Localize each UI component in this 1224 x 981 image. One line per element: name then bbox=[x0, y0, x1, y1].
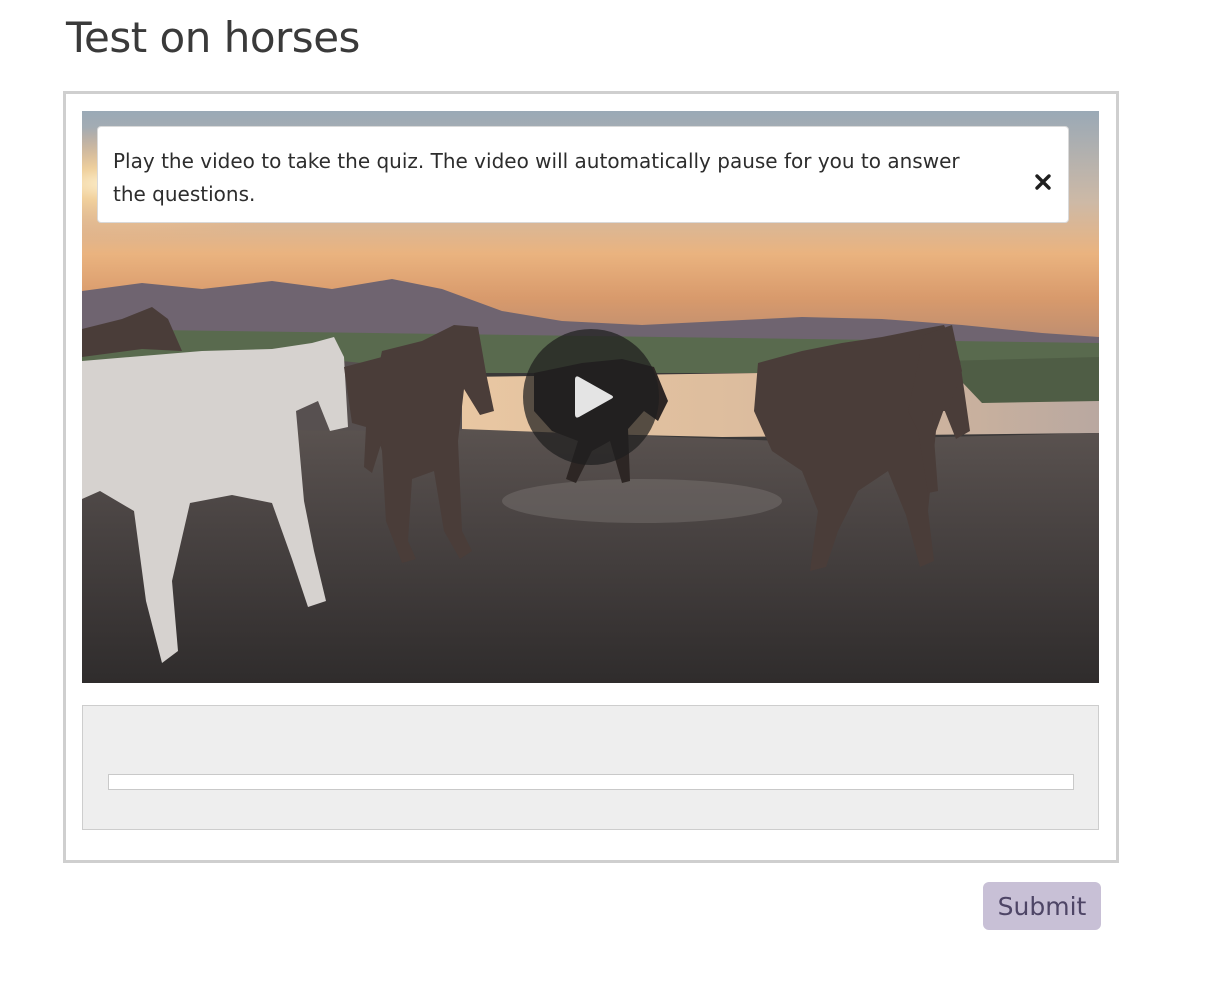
quiz-instructions-banner: Play the video to take the quiz. The vid… bbox=[97, 126, 1069, 223]
quiz-instructions-text: Play the video to take the quiz. The vid… bbox=[113, 149, 960, 206]
quiz-progress-bar bbox=[108, 774, 1074, 790]
video-player[interactable]: Play the video to take the quiz. The vid… bbox=[82, 111, 1099, 683]
play-button[interactable] bbox=[523, 329, 659, 465]
page-title: Test on horses bbox=[66, 13, 360, 62]
quiz-container: Play the video to take the quiz. The vid… bbox=[63, 91, 1119, 863]
question-panel bbox=[82, 705, 1099, 830]
play-icon bbox=[575, 376, 613, 418]
close-icon[interactable] bbox=[1032, 171, 1054, 193]
submit-button[interactable]: Submit bbox=[983, 882, 1101, 930]
